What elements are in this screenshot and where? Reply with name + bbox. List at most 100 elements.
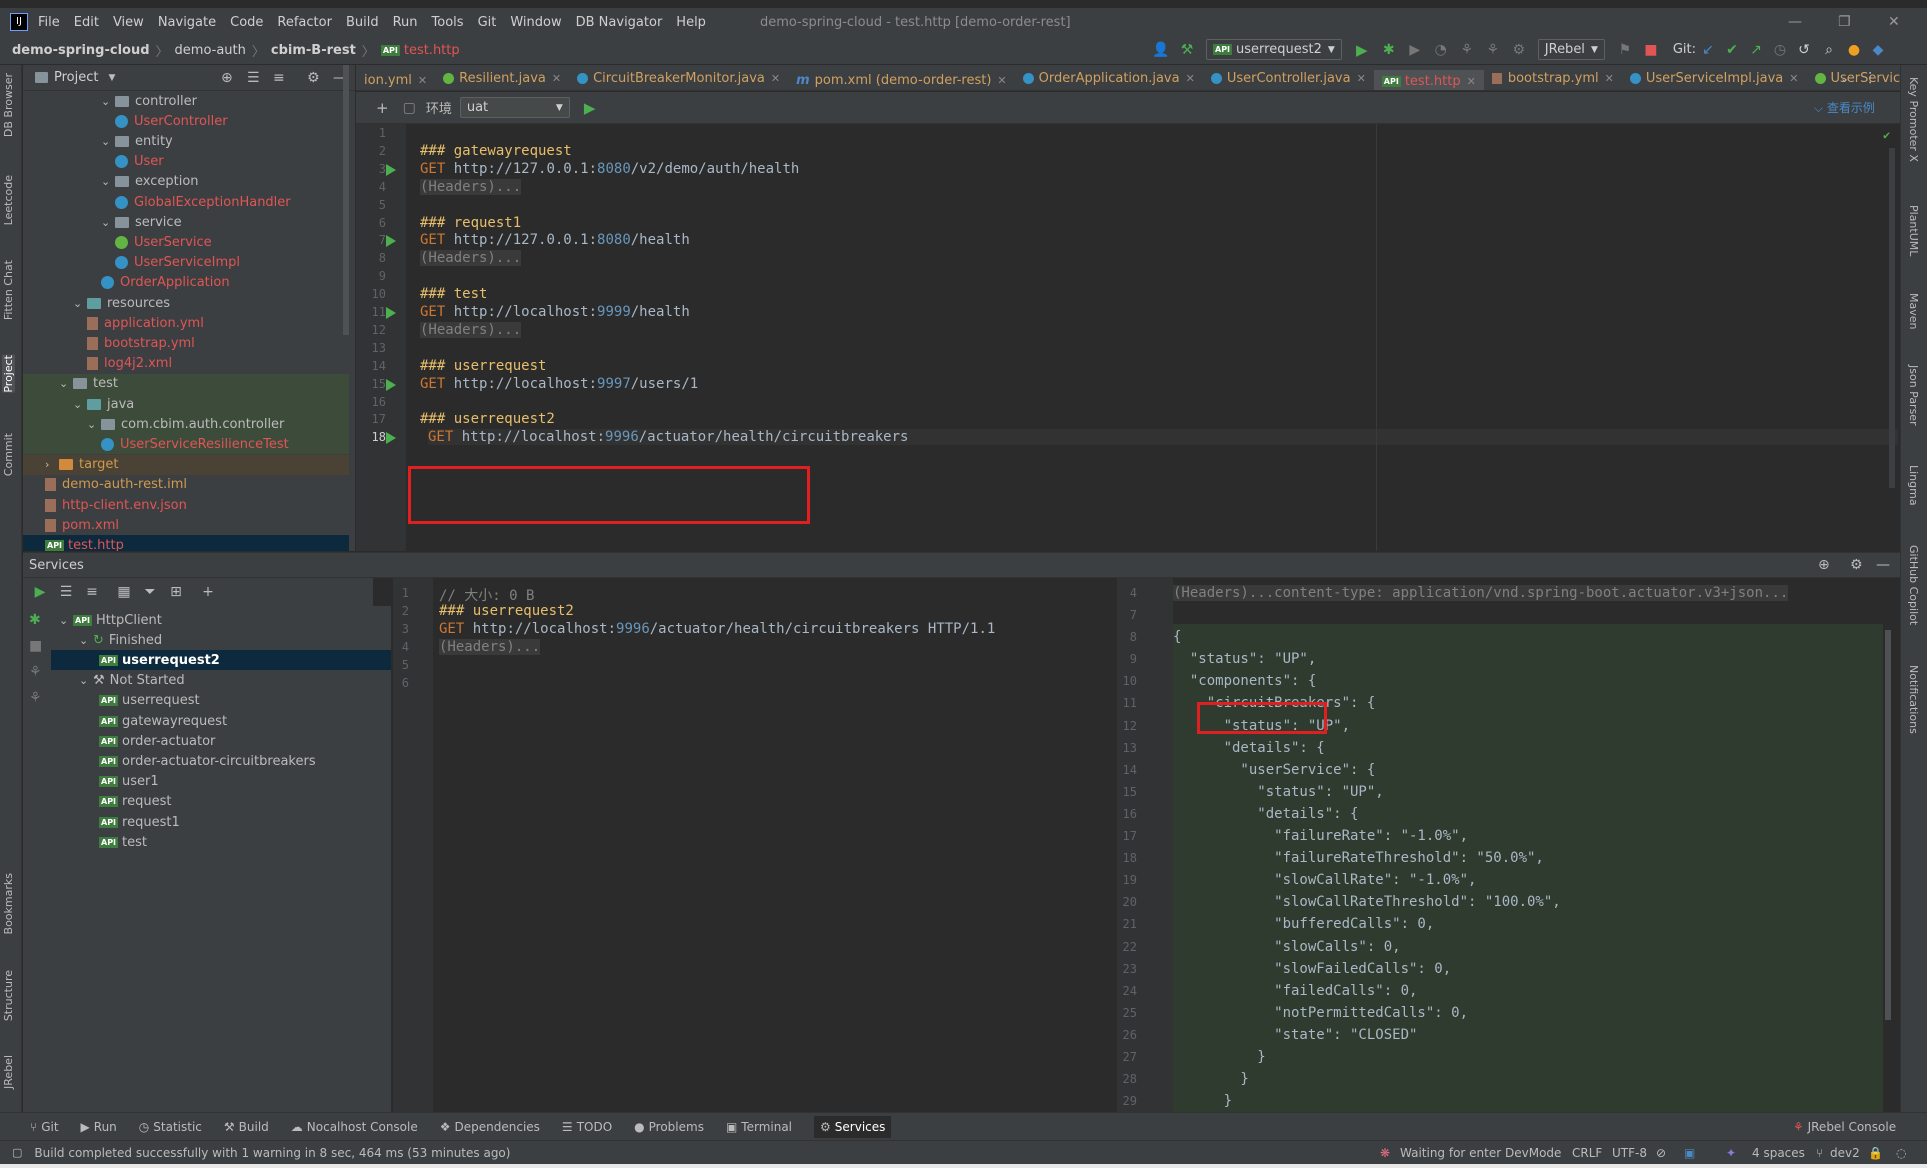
services-run-icon[interactable]: ▶ bbox=[27, 584, 53, 600]
tool-dependencies[interactable]: ❖ Dependencies bbox=[440, 1120, 540, 1134]
jrebel-select[interactable]: JRebel ▼ bbox=[1537, 39, 1605, 60]
project-scrollbar[interactable] bbox=[343, 65, 349, 335]
line-separator[interactable]: CRLF bbox=[1572, 1146, 1602, 1160]
tool-db-browser[interactable]: DB Browser bbox=[2, 73, 15, 137]
indent-setting[interactable]: 4 spaces bbox=[1752, 1146, 1805, 1160]
env-select[interactable]: uat ▼ bbox=[459, 97, 570, 118]
menu-edit[interactable]: Edit bbox=[74, 15, 99, 30]
project-tree-item[interactable]: pom.xml bbox=[45, 515, 119, 535]
services-tree-item[interactable]: API userrequest2 bbox=[51, 650, 391, 671]
services-tree-item[interactable]: API order-actuator bbox=[51, 731, 391, 751]
menu-navigate[interactable]: Navigate bbox=[158, 15, 216, 30]
project-tree-item[interactable]: API test.http bbox=[23, 535, 349, 551]
tool-terminal[interactable]: ▣ Terminal bbox=[726, 1120, 792, 1134]
services-tree-item[interactable]: ⌄ ↻ Finished bbox=[51, 630, 391, 650]
collapse-chevron-icon[interactable]: ⌄ bbox=[101, 95, 115, 108]
settings-gear-icon[interactable]: ⚙ bbox=[307, 70, 320, 86]
response-scrollbar[interactable] bbox=[1885, 630, 1891, 1020]
ai-status-icon[interactable]: ✦ bbox=[1726, 1146, 1736, 1160]
minimize-icon[interactable]: — bbox=[1788, 8, 1802, 36]
close-tab-icon[interactable]: ✕ bbox=[1467, 75, 1476, 88]
project-tree-item[interactable]: UserService bbox=[115, 232, 212, 252]
menu-db-navigator[interactable]: DB Navigator bbox=[576, 15, 663, 30]
services-stop-icon[interactable]: ■ bbox=[29, 638, 42, 654]
tool-github-copilot[interactable]: GitHub Copilot bbox=[1907, 545, 1920, 625]
project-tree-item[interactable]: log4j2.xml bbox=[87, 354, 172, 374]
expand-chevron-icon[interactable]: › bbox=[45, 458, 59, 471]
run-icon[interactable]: ▶ bbox=[1348, 41, 1376, 59]
copilot-status-icon[interactable]: ▣ bbox=[1684, 1146, 1695, 1160]
menu-view[interactable]: View bbox=[113, 15, 144, 30]
chevron-down-icon[interactable]: ▼ bbox=[108, 73, 115, 83]
profile-icon[interactable]: ◔ bbox=[1428, 42, 1454, 58]
collapse-chevron-icon[interactable]: ⌄ bbox=[79, 634, 93, 647]
project-tree-item[interactable]: › target bbox=[23, 454, 349, 475]
project-tree-item[interactable]: ⌄ com.cbim.auth.controller bbox=[23, 414, 349, 435]
tool-key-promoter[interactable]: Key Promoter X bbox=[1907, 77, 1920, 162]
close-tab-icon[interactable]: ✕ bbox=[771, 72, 780, 85]
project-tree-item[interactable]: GlobalExceptionHandler bbox=[115, 192, 291, 212]
services-tree-item[interactable]: API test bbox=[51, 832, 391, 852]
tool-services[interactable]: ⚙ Services bbox=[814, 1115, 892, 1138]
collapse-chevron-icon[interactable]: ⌄ bbox=[79, 674, 93, 687]
search-icon[interactable]: ⌕ bbox=[1816, 42, 1842, 58]
services-tree-item[interactable]: API request bbox=[51, 792, 391, 812]
project-tree-item[interactable]: http-client.env.json bbox=[45, 495, 187, 515]
services-add-icon[interactable]: + bbox=[195, 584, 221, 600]
close-tab-icon[interactable]: ✕ bbox=[552, 72, 561, 85]
tab-userserviceimpl-java[interactable]: UserServiceImpl.java ✕ bbox=[1622, 65, 1807, 90]
menu-help[interactable]: Help bbox=[676, 15, 706, 30]
project-tree-item[interactable]: UserServiceResilienceTest bbox=[23, 434, 349, 455]
tool-problems[interactable]: ● Problems bbox=[634, 1120, 704, 1134]
breadcrumb-project[interactable]: demo-spring-cloud bbox=[12, 43, 150, 58]
request-editor[interactable]: 123456 // 大小: 0 B ### userrequest2 GET htt… bbox=[393, 578, 1111, 1112]
tool-bookmarks[interactable]: Bookmarks bbox=[2, 873, 15, 934]
services-locate-icon[interactable]: ⊕ bbox=[1818, 557, 1830, 573]
services-collapse-icon[interactable]: ≡ bbox=[79, 584, 105, 600]
tab-circuitbreakermonitor-java[interactable]: CircuitBreakerMonitor.java ✕ bbox=[569, 65, 788, 90]
services-jrebel-icon[interactable]: ⚘ bbox=[29, 664, 42, 680]
close-tab-icon[interactable]: ✕ bbox=[418, 74, 427, 87]
status-message[interactable]: Build completed successfully with 1 warn… bbox=[34, 1146, 510, 1160]
project-tree-item[interactable]: ⌄ exception bbox=[101, 172, 199, 192]
tool-todo[interactable]: ☰ TODO bbox=[562, 1120, 612, 1134]
close-tab-icon[interactable]: ✕ bbox=[1186, 72, 1195, 85]
build-hammer-icon[interactable]: ⚒ bbox=[1174, 42, 1200, 58]
collapse-chevron-icon[interactable]: ⌄ bbox=[101, 135, 115, 148]
breadcrumb-module[interactable]: demo-auth bbox=[175, 43, 246, 58]
services-tree-item[interactable]: API user1 bbox=[51, 772, 391, 792]
close-window-icon[interactable]: ✕ bbox=[1888, 8, 1900, 36]
project-tree-item[interactable]: ⌄ controller bbox=[101, 91, 197, 111]
tool-run[interactable]: ▶ Run bbox=[81, 1120, 117, 1134]
services-tree-item[interactable]: ⌄ API HttpClient bbox=[51, 610, 391, 630]
project-panel-title[interactable]: Project bbox=[54, 70, 98, 85]
project-tree-item[interactable]: ⌄ entity bbox=[101, 131, 173, 151]
services-group-icon[interactable]: ▦ bbox=[111, 584, 137, 600]
tool-notifications[interactable]: Notifications bbox=[1907, 665, 1920, 734]
services-filter-icon[interactable]: ⏷ bbox=[137, 584, 163, 600]
stop-icon[interactable]: ■ bbox=[1639, 42, 1663, 58]
close-tab-icon[interactable]: ✕ bbox=[997, 74, 1006, 87]
git-push-icon[interactable]: ↗ bbox=[1744, 42, 1768, 58]
services-debug-icon[interactable]: ✱ bbox=[29, 612, 41, 628]
convert-icon[interactable]: ▢ bbox=[403, 100, 416, 116]
tool-plantuml[interactable]: PlantUML bbox=[1907, 205, 1920, 256]
services-tree-item[interactable]: API userrequest bbox=[51, 691, 391, 711]
project-tree-item[interactable]: ⌄ resources bbox=[73, 293, 170, 313]
jrebel-run-icon[interactable]: ⚘ bbox=[1454, 42, 1480, 58]
add-request-icon[interactable]: + bbox=[376, 99, 389, 117]
project-tree-item[interactable]: UserController bbox=[115, 111, 228, 131]
services-expand-icon[interactable]: ☰ bbox=[53, 584, 79, 600]
services-hide-icon[interactable]: — bbox=[1876, 557, 1890, 573]
expand-all-icon[interactable]: ☰ bbox=[247, 70, 260, 86]
project-tree-item[interactable]: OrderApplication bbox=[101, 273, 230, 293]
services-tree-item[interactable]: API order-actuator-circuitbreakers bbox=[51, 751, 391, 771]
breadcrumb-file[interactable]: test.http bbox=[404, 43, 460, 58]
response-headers[interactable]: (Headers)...content-type: application/vn… bbox=[1173, 585, 1789, 601]
rerun-icon[interactable]: ⚑ bbox=[1611, 42, 1639, 58]
services-new-tab-icon[interactable]: ⊞ bbox=[163, 584, 189, 600]
restore-icon[interactable]: ❐ bbox=[1838, 8, 1851, 36]
folded-response-headers[interactable]: (Headers)...content-type: application/vn… bbox=[1173, 585, 1789, 601]
tab-test-http[interactable]: API test.http ✕ bbox=[1373, 69, 1484, 90]
folded-headers[interactable]: (Headers)... bbox=[420, 321, 522, 338]
